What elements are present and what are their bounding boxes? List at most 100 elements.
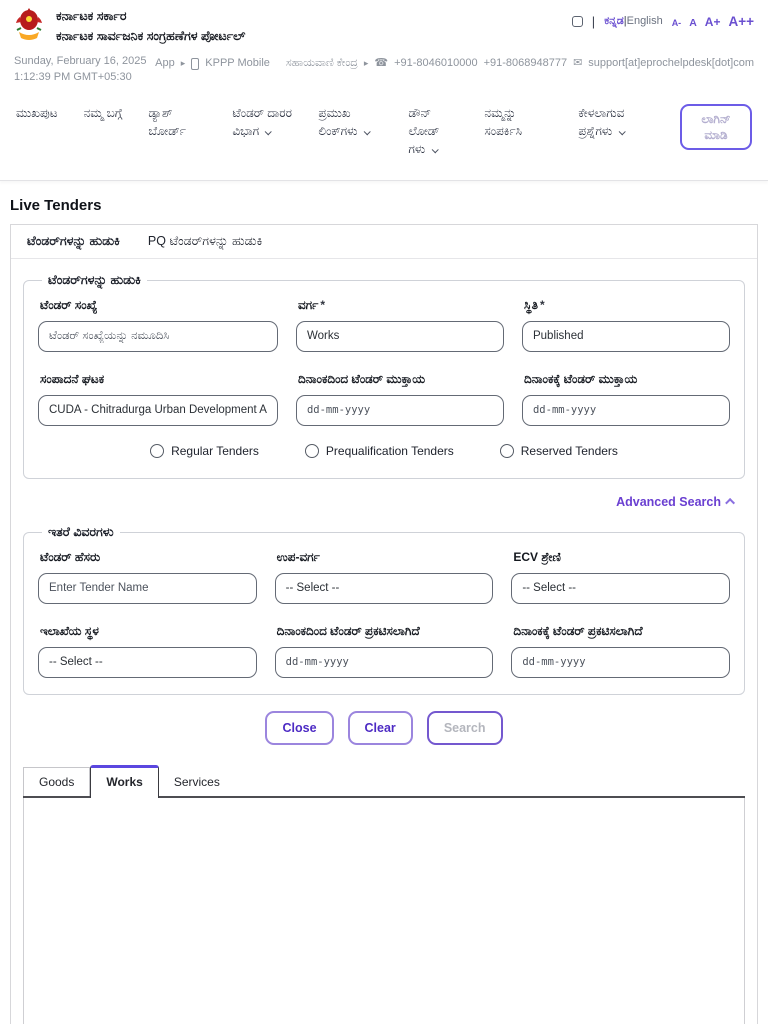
tender-name-field-group: ಟೆಂಡರ್ ಹೆಸರು — [38, 542, 257, 604]
results-section: Goods Works Services — [23, 764, 745, 1024]
nav-item-home[interactable]: ಮುಖಪುಟ — [16, 104, 58, 122]
status-select[interactable]: Published — [521, 320, 730, 352]
radio-reserved-tenders-input[interactable] — [499, 443, 514, 458]
nav-item-dashboard[interactable]: ಡ್ಯಾಶ್ ಬೋರ್ಡ್ — [148, 104, 206, 140]
procurement-entity-field-group: ಸಂಪಾದನೆ ಘಟಕ CUDA - Chitradurga Urban Dev… — [38, 364, 278, 426]
tab-works[interactable]: Works — [90, 764, 159, 798]
radio-prequalification-tenders[interactable]: Prequalification Tenders — [304, 443, 454, 458]
font-increase-button[interactable]: A+ — [705, 15, 721, 29]
nav-item-contact-us[interactable]: ನಮ್ಮನ್ನು ಸಂಪರ್ಕಿಸಿ — [484, 104, 552, 140]
tab-services[interactable]: Services — [158, 767, 235, 796]
helpline-phone-1: +91-8046010000 — [394, 57, 478, 69]
nav-item-tenderer-section[interactable]: ಟೆಂಡರ್ ದಾರರ ವಿಭಾಗ — [232, 104, 292, 140]
divider: | — [591, 14, 596, 29]
form-actions: Close Clear Search — [11, 695, 757, 759]
login-button[interactable]: ಲಾಗಿನ್ ಮಾಡಿ — [680, 103, 752, 151]
procurement-entity-label: ಸಂಪಾದನೆ ಘಟಕ — [40, 371, 105, 386]
kppp-mobile-link[interactable]: KPPP Mobile — [205, 56, 270, 72]
status-label: ಸ್ಥಿತಿ * — [523, 297, 545, 312]
subcategory-field-group: ಉಪ-ವರ್ಗ -- Select -- — [274, 542, 494, 604]
published-from-date-input[interactable] — [274, 646, 494, 678]
radio-reserved-tenders[interactable]: Reserved Tenders — [499, 443, 618, 458]
lang-english-link[interactable]: English — [627, 15, 663, 27]
karnataka-emblem-logo — [14, 7, 44, 46]
tender-number-input[interactable] — [38, 320, 278, 352]
tender-name-label: ಟೆಂಡರ್ ಹೆಸರು — [40, 549, 101, 564]
info-bar: Sunday, February 16, 2025 1:12:39 PM GMT… — [0, 50, 768, 92]
dept-location-select[interactable]: -- Select -- — [38, 646, 257, 678]
current-time: 1:12:39 PM GMT+05:30 — [14, 70, 132, 83]
published-to-field-group: ದಿನಾಂಕಕ್ಕೆ ಟೆಂಡರ್ ಪ್ರಕಟಿಸಲಾಗಿದೆ — [511, 616, 730, 678]
clear-button[interactable]: Clear — [347, 710, 413, 745]
close-button[interactable]: Close — [265, 710, 334, 745]
helpline-phone-2: +91-8068948777 — [483, 57, 568, 69]
radio-prequalification-tenders-input[interactable] — [304, 443, 319, 458]
tender-number-field-group: ಟೆಂಡರ್ ಸಂಖ್ಯೆ — [38, 290, 278, 352]
chevron-down-icon — [618, 128, 626, 136]
category-select[interactable]: Works — [295, 320, 504, 352]
app-label: App — [155, 57, 175, 69]
theme-toggle[interactable] — [571, 16, 583, 27]
subcategory-label: ಉಪ-ವರ್ಗ — [276, 549, 320, 564]
main-nav: ಮುಖಪುಟ ನಮ್ಮ ಬಗ್ಗೆ ಡ್ಯಾಶ್ ಬೋರ್ಡ್ ಟೆಂಡರ್ ದ… — [0, 92, 768, 181]
font-normal-button[interactable]: A — [689, 17, 697, 29]
closing-to-field-group: ದಿನಾಂಕಕ್ಕೆ ಟೆಂಡರ್ ಮುಕ್ತಾಯ — [521, 364, 730, 426]
tender-name-input[interactable] — [38, 572, 257, 604]
font-decrease-button[interactable]: A- — [672, 18, 682, 28]
other-details-legend: ಇತರೆ ವಿವರಗಳು — [48, 524, 114, 539]
dept-location-label: ಇಲಾಖೆಯ ಸ್ಥಳ — [40, 623, 99, 638]
published-from-field-group: ದಿನಾಂಕದಿಂದ ಟೆಂಡರ್ ಪ್ರಕಟಿಸಲಾಗಿದೆ — [274, 616, 494, 678]
nav-item-about-us[interactable]: ನಮ್ಮ ಬಗ್ಗೆ — [84, 104, 123, 122]
chevron-down-icon — [431, 146, 439, 154]
tender-number-label: ಟೆಂಡರ್ ಸಂಖ್ಯೆ — [40, 297, 98, 312]
mobile-phone-icon — [191, 57, 200, 70]
ecv-range-select[interactable]: -- Select -- — [511, 572, 730, 604]
closing-from-date-label: ದಿನಾಂಕದಿಂದ ಟೆಂಡರ್ ಮುಕ್ತಾಯ — [297, 371, 426, 386]
search-tenders-legend: ಟೆಂಡರ್‌ಗಳನ್ನು ಹುಡುಕಿ — [48, 272, 141, 287]
datetime: Sunday, February 16, 2025 1:12:39 PM GMT… — [14, 54, 147, 86]
closing-to-date-label: ದಿನಾಂಕಕ್ಕೆ ಟೆಂಡರ್ ಮುಕ್ತಾಯ — [523, 371, 638, 386]
gov-title: ಕರ್ನಾಟಕ ಸರ್ಕಾರ — [56, 9, 127, 24]
page-title: Live Tenders — [10, 196, 102, 214]
search-tenders-fieldset: ಟೆಂಡರ್‌ಗಳನ್ನು ಹುಡುಕಿ ಟೆಂಡರ್ ಸಂಖ್ಯೆ ವರ್ಗ*… — [23, 272, 745, 479]
advanced-search-link[interactable]: Advanced Search — [11, 479, 757, 511]
subcategory-select[interactable]: -- Select -- — [274, 572, 494, 604]
ecv-range-label: ECV ಶ್ರೇಣಿ — [513, 549, 561, 564]
search-button[interactable]: Search — [426, 710, 503, 745]
chevron-down-icon — [363, 128, 371, 136]
search-tab-bar: ಟೆಂಡರ್‌ಗಳನ್ನು ಹುಡುಕಿ PQ ಟೆಂಡರ್‌ಗಳನ್ನು ಹು… — [11, 225, 757, 259]
chevron-up-icon — [725, 498, 736, 509]
status-field-group: ಸ್ಥಿತಿ * Published — [521, 290, 730, 352]
live-tenders-panel: ಟೆಂಡರ್‌ಗಳನ್ನು ಹುಡುಕಿ PQ ಟೆಂಡರ್‌ಗಳನ್ನು ಹು… — [10, 223, 758, 1024]
triangle-icon: ▸ — [180, 58, 186, 69]
nav-item-downloads[interactable]: ಡೌನ್ ಲೋಡ್ ಗಳು — [408, 104, 458, 158]
font-increase-more-button[interactable]: A++ — [728, 14, 754, 29]
radio-regular-tenders[interactable]: Regular Tenders — [150, 443, 259, 458]
dept-location-field-group: ಇಲಾಖೆಯ ಸ್ಥಳ -- Select -- — [38, 616, 257, 678]
category-field-group: ವರ್ಗ * Works — [295, 290, 504, 352]
nav-item-faq[interactable]: ಕೇಳಲಾಗುವ ಪ್ರಶ್ನೆಗಳು — [578, 104, 652, 140]
current-date: Sunday, February 16, 2025 — [14, 55, 147, 67]
radio-regular-tenders-input[interactable] — [150, 443, 165, 458]
result-tab-bar: Goods Works Services — [23, 764, 745, 798]
required-marker: * — [539, 297, 545, 312]
closing-to-date-input[interactable] — [521, 394, 730, 426]
tab-search-tenders[interactable]: ಟೆಂಡರ್‌ಗಳನ್ನು ಹುಡುಕಿ — [27, 234, 120, 249]
header: ಕರ್ನಾಟಕ ಸರ್ಕಾರ ಕರ್ನಾಟಕ ಸಾರ್ವಜನಿಕ ಸಂಗ್ರಹಣ… — [0, 0, 768, 50]
chevron-down-icon — [265, 128, 273, 136]
results-content — [23, 797, 745, 1024]
tender-type-radio-group: Regular Tenders Prequalification Tenders… — [38, 443, 730, 458]
helpline-label: ಸಹಾಯವಾಣಿ ಕೇಂದ್ರ — [285, 57, 358, 69]
nav-item-important-links[interactable]: ಪ್ರಮುಖ ಲಿಂಕ್‌ಗಳು — [318, 104, 382, 140]
tab-goods[interactable]: Goods — [23, 766, 91, 796]
lang-kannada-link[interactable]: ಕನ್ನಡ — [604, 15, 624, 27]
tab-search-pq-tenders[interactable]: PQ ಟೆಂಡರ್‌ಗಳನ್ನು ಹುಡುಕಿ — [148, 234, 262, 249]
closing-from-date-input[interactable] — [295, 394, 504, 426]
required-marker: * — [320, 297, 326, 312]
email-icon: ✉ — [573, 57, 583, 69]
procurement-entity-select[interactable]: CUDA - Chitradurga Urban Development A — [38, 394, 278, 426]
other-details-fieldset: ಇತರೆ ವಿವರಗಳು ಟೆಂಡರ್ ಹೆಸರು ಉಪ-ವರ್ಗ -- Sel… — [23, 524, 745, 695]
closing-from-field-group: ದಿನಾಂಕದಿಂದ ಟೆಂಡರ್ ಮುಕ್ತಾಯ — [295, 364, 504, 426]
published-to-date-label: ದಿನಾಂಕಕ್ಕೆ ಟೆಂಡರ್ ಪ್ರಕಟಿಸಲಾಗಿದೆ — [513, 623, 643, 638]
published-to-date-input[interactable] — [511, 646, 730, 678]
